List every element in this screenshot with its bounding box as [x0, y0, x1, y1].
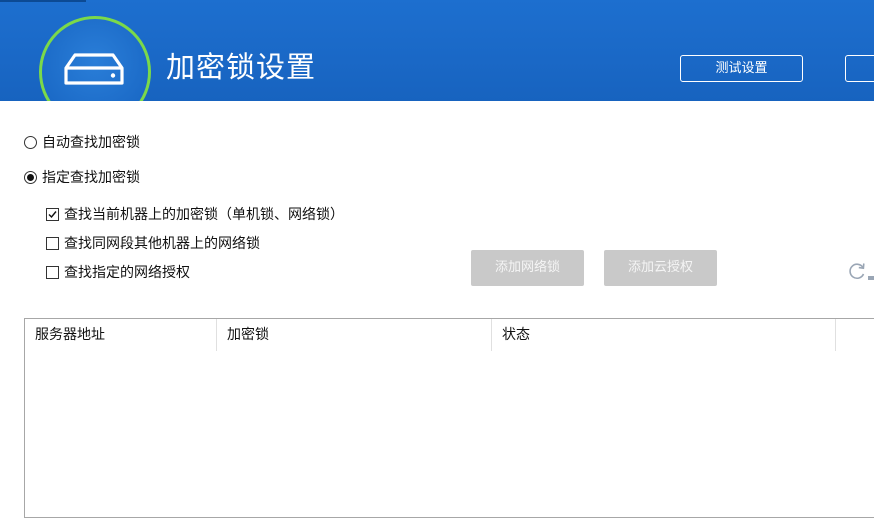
check-subnet-lock[interactable]: 查找同网段其他机器上的网络锁 [46, 233, 260, 253]
check-local-lock[interactable]: 查找当前机器上的加密锁（单机锁、网络锁） [46, 204, 344, 224]
test-settings-button[interactable]: 测试设置 [680, 55, 803, 82]
page-title: 加密锁设置 [166, 50, 317, 84]
add-network-lock-button[interactable]: 添加网络锁 [471, 250, 584, 286]
top-accent-bar [0, 0, 86, 2]
specify-find-radio[interactable] [24, 170, 37, 184]
check-subnet-lock-box[interactable] [46, 236, 59, 250]
check-subnet-lock-label: 查找同网段其他机器上的网络锁 [64, 236, 260, 252]
check-specified-auth-box[interactable] [46, 265, 59, 279]
auto-find-radio[interactable] [24, 135, 37, 149]
drive-icon [64, 53, 124, 85]
auto-find-label: 自动查找加密锁 [42, 135, 140, 151]
check-local-lock-box[interactable] [46, 207, 59, 221]
column-header-lock[interactable]: 加密锁 [217, 319, 491, 351]
refresh-icon[interactable] [847, 261, 867, 281]
add-cloud-auth-button[interactable]: 添加云授权 [604, 250, 717, 286]
specify-find-label: 指定查找加密锁 [42, 170, 140, 186]
check-local-lock-label: 查找当前机器上的加密锁（单机锁、网络锁） [64, 207, 344, 223]
column-header-server-address[interactable]: 服务器地址 [25, 319, 216, 351]
clipped-label-fragment [868, 276, 874, 280]
header-banner: 加密锁设置 测试设置 [0, 0, 874, 101]
check-specified-auth-label: 查找指定的网络授权 [64, 265, 190, 281]
specify-find-option[interactable]: 指定查找加密锁 [24, 167, 140, 187]
check-specified-auth[interactable]: 查找指定的网络授权 [46, 262, 190, 282]
column-divider [835, 319, 836, 351]
server-table[interactable]: 服务器地址 加密锁 状态 [24, 318, 874, 518]
table-header: 服务器地址 加密锁 状态 [25, 319, 874, 351]
secondary-header-button[interactable] [845, 55, 874, 82]
column-header-status[interactable]: 状态 [492, 319, 835, 351]
auto-find-option[interactable]: 自动查找加密锁 [24, 132, 140, 152]
